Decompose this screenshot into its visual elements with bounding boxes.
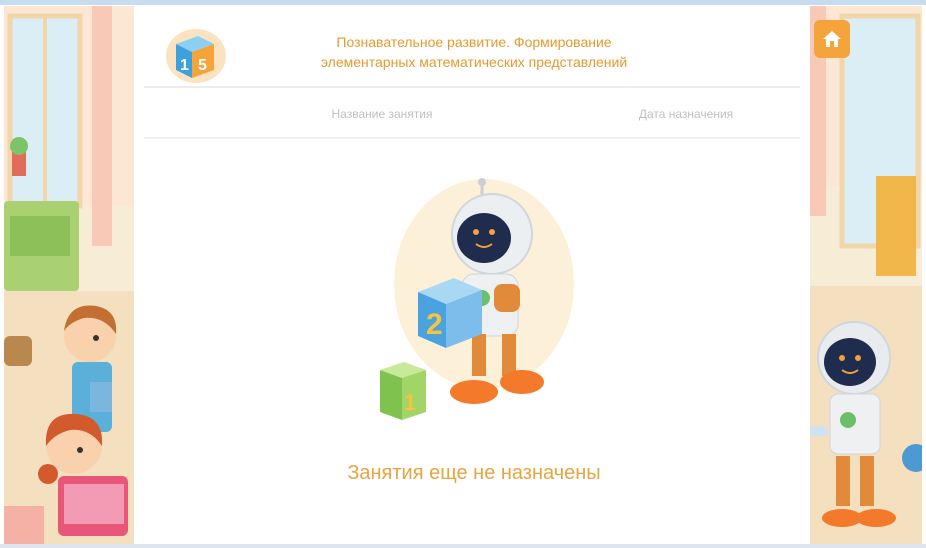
home-icon	[823, 31, 841, 47]
classroom-right-illustration	[804, 6, 922, 544]
header-divider	[144, 86, 800, 88]
table-header-divider	[144, 137, 800, 139]
column-header-assign-date: Дата назначения	[638, 107, 734, 121]
page-title-line2: элементарных математических представлени…	[320, 54, 628, 70]
cube-number-small: 1	[404, 390, 416, 415]
page-title: Познавательное развитие. Формирование эл…	[244, 32, 704, 72]
app-window: 1 5 Познавательное развитие. Формировани…	[0, 0, 926, 548]
classroom-left-illustration	[4, 6, 136, 544]
home-button[interactable]	[814, 20, 850, 58]
math-cube-icon: 1 5	[162, 26, 226, 84]
empty-state-message: Занятия еще не назначены	[347, 462, 601, 484]
top-border	[0, 0, 926, 5]
svg-text:5: 5	[198, 57, 207, 74]
svg-text:1: 1	[180, 57, 189, 74]
cube-number-big: 2	[426, 308, 443, 341]
robot-with-cubes-illustration: 2 1	[354, 174, 604, 429]
left-background-scene	[4, 6, 136, 544]
bottom-border	[0, 544, 926, 548]
column-header-lesson-name: Название занятия	[331, 107, 433, 121]
page-title-line1: Познавательное развитие. Формирование	[336, 34, 612, 50]
right-background-scene	[804, 6, 922, 544]
lessons-panel: 1 5 Познавательное развитие. Формировани…	[134, 6, 810, 544]
